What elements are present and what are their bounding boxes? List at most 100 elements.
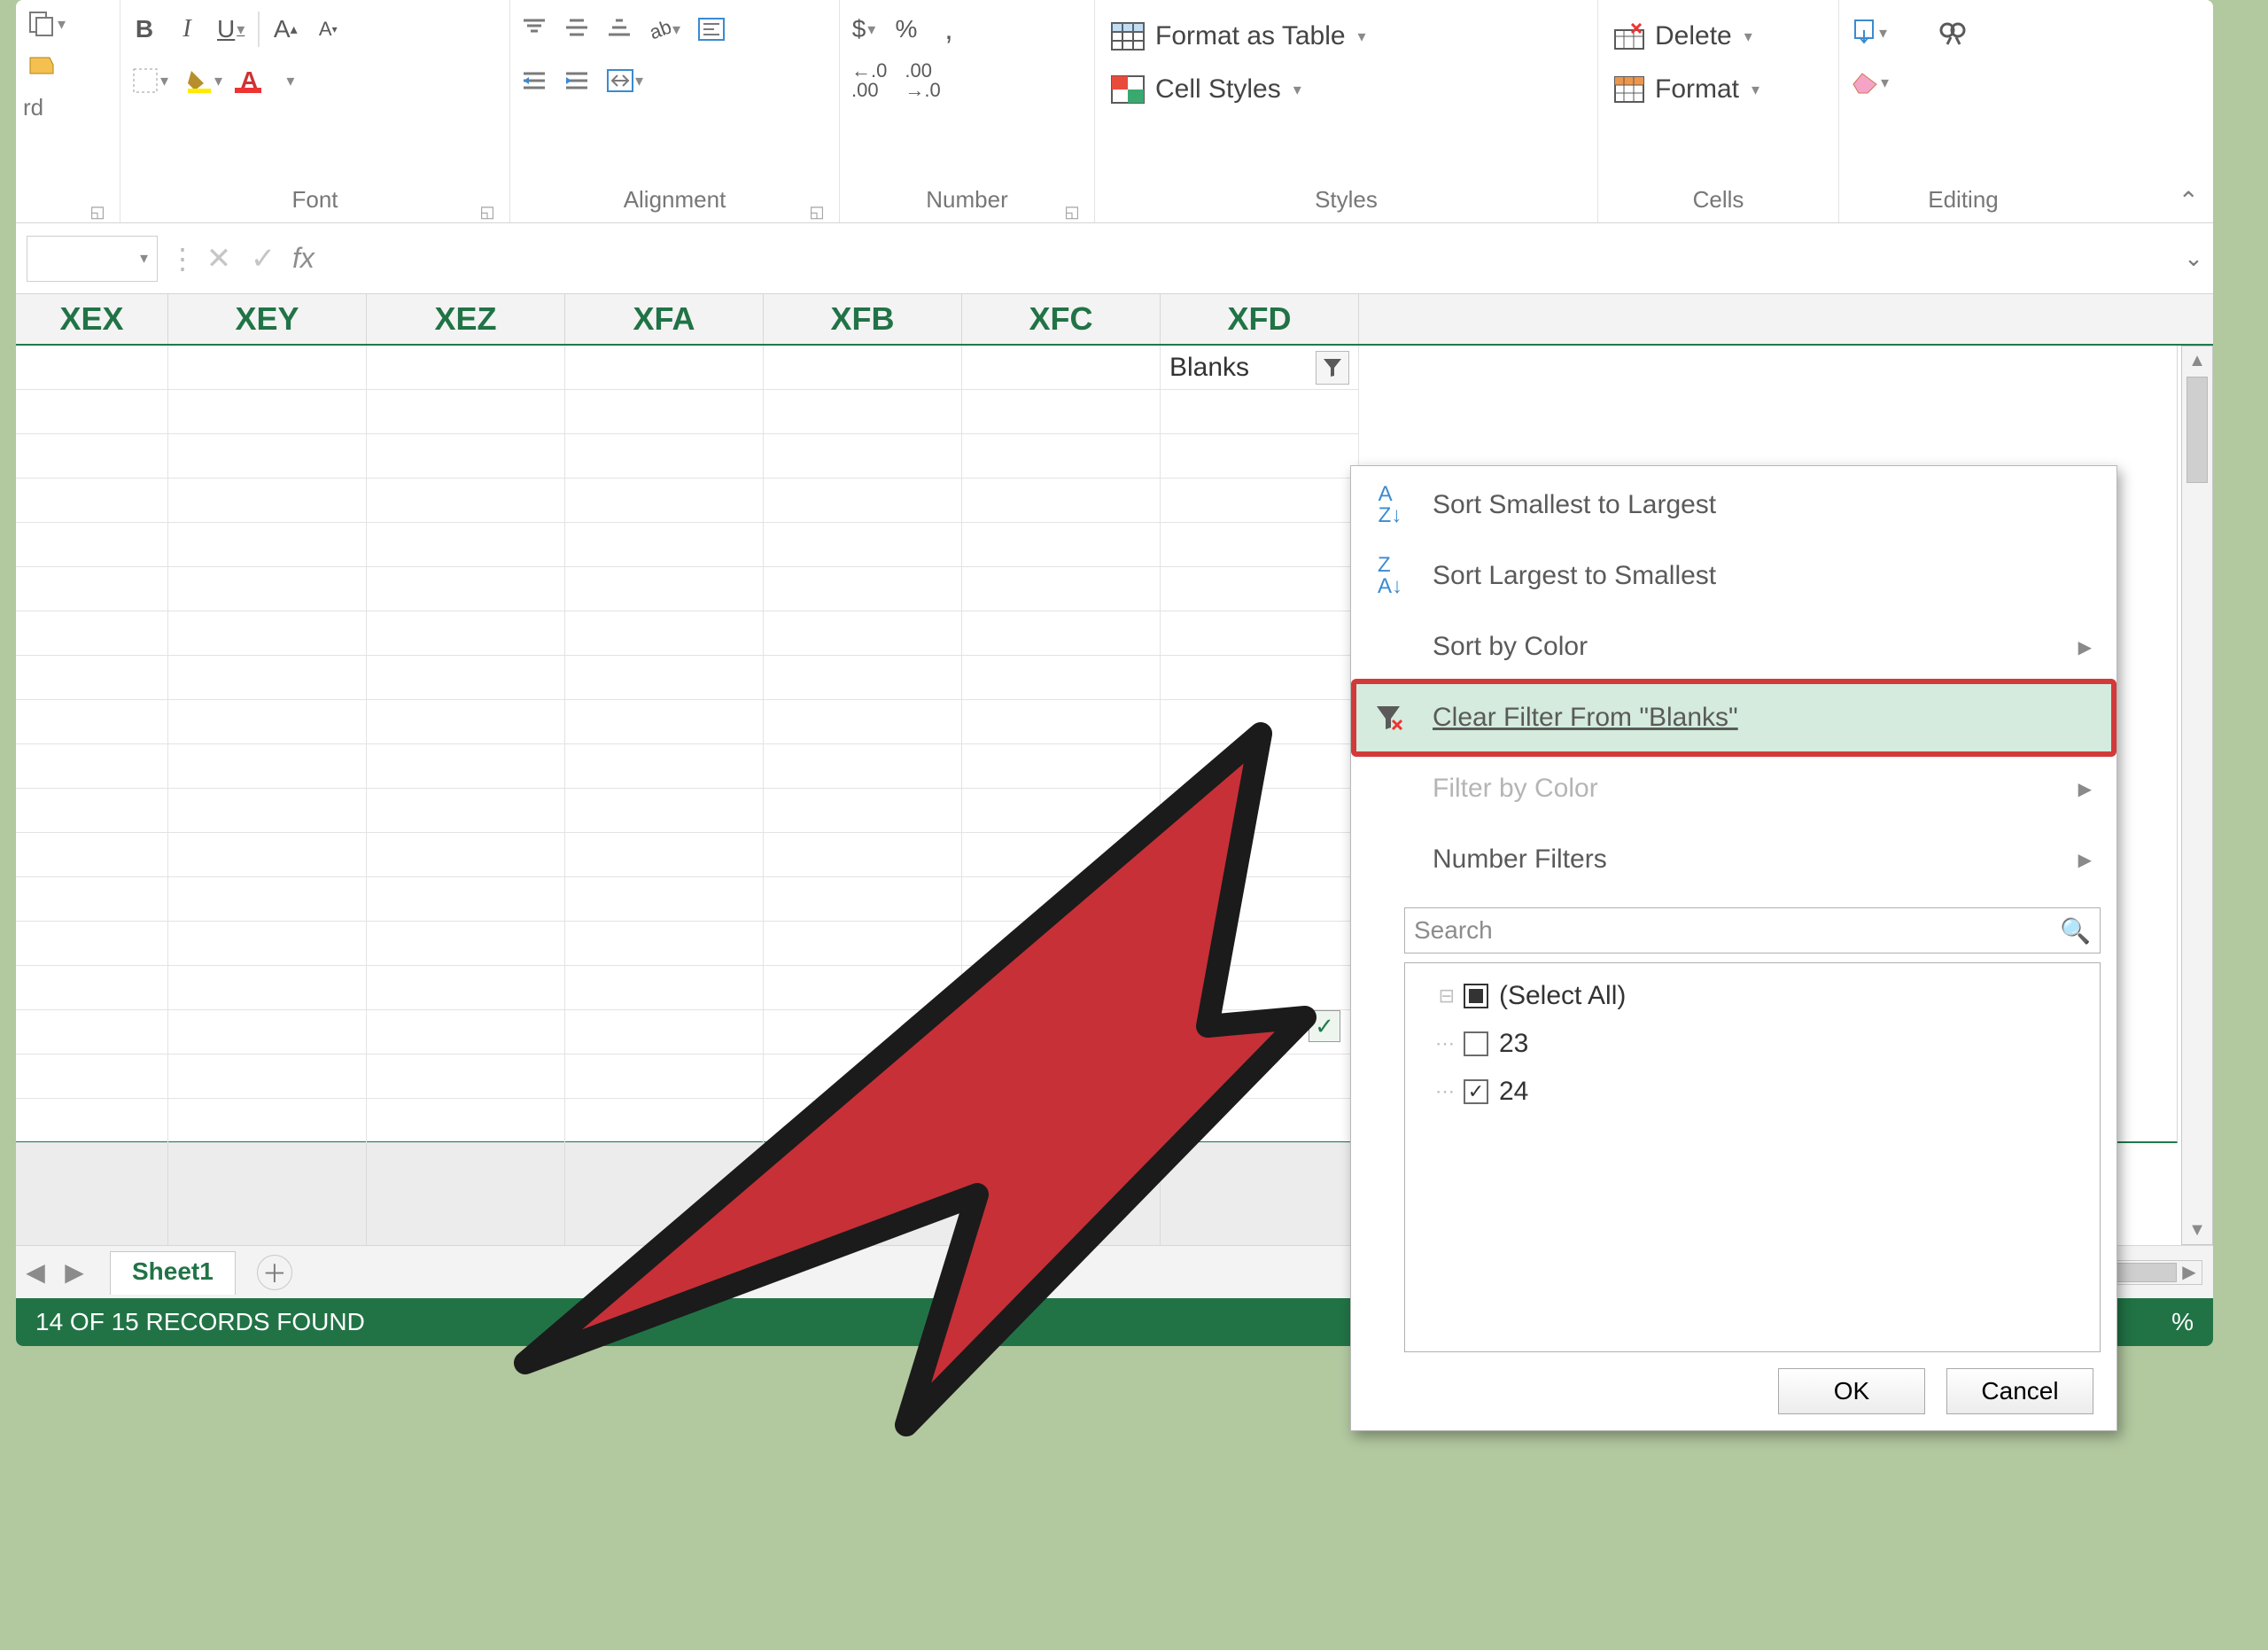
cell[interactable]: Blanks (1161, 346, 1359, 390)
cell[interactable] (764, 346, 962, 390)
cell[interactable] (16, 434, 168, 479)
cell[interactable] (764, 700, 962, 744)
filter-checklist[interactable]: ⊟ (Select All) ⋯23⋯✓24 (1404, 962, 2101, 1352)
sheet-nav-prev[interactable]: ◀ (16, 1257, 55, 1287)
alignment-launcher-icon[interactable]: ◱ (807, 196, 827, 215)
cell[interactable] (962, 1055, 1161, 1099)
cell[interactable] (16, 346, 168, 390)
cell[interactable] (168, 700, 367, 744)
find-select-button[interactable] (1934, 14, 1973, 51)
cell[interactable] (1161, 1099, 1359, 1143)
cell[interactable] (565, 833, 764, 877)
sheet-tab-active[interactable]: Sheet1 (110, 1251, 236, 1295)
font-color-button[interactable]: A ▾ (236, 62, 299, 99)
cell[interactable] (16, 700, 168, 744)
decrease-indent-button[interactable] (517, 62, 551, 99)
cell[interactable] (962, 390, 1161, 434)
cell[interactable] (962, 1010, 1161, 1055)
cell[interactable] (565, 1010, 764, 1055)
align-middle-button[interactable] (560, 11, 594, 48)
cell[interactable] (565, 479, 764, 523)
cell[interactable] (367, 833, 565, 877)
cell[interactable] (1161, 922, 1359, 966)
cell[interactable] (962, 1099, 1161, 1143)
cell[interactable] (367, 611, 565, 656)
cell[interactable] (1161, 390, 1359, 434)
cell[interactable] (764, 611, 962, 656)
apply-checklist-button[interactable]: ✓ (1309, 1010, 1340, 1042)
cell[interactable] (168, 789, 367, 833)
align-bottom-button[interactable] (602, 11, 636, 48)
bold-button[interactable]: B (128, 11, 161, 48)
cell[interactable] (16, 611, 168, 656)
enter-formula-button[interactable]: ✓ (241, 241, 285, 276)
cell[interactable] (367, 346, 565, 390)
cell[interactable] (565, 390, 764, 434)
cell[interactable] (367, 434, 565, 479)
select-all-row[interactable]: ⊟ (Select All) (1418, 972, 2087, 1020)
column-header[interactable]: XFB (764, 294, 962, 344)
column-header[interactable]: XFA (565, 294, 764, 344)
cell[interactable] (1161, 611, 1359, 656)
cell[interactable] (962, 789, 1161, 833)
cell[interactable] (16, 567, 168, 611)
cell[interactable] (16, 789, 168, 833)
cell[interactable] (764, 1010, 962, 1055)
cell[interactable] (1161, 656, 1359, 700)
cell[interactable] (16, 922, 168, 966)
cell[interactable] (565, 523, 764, 567)
sort-ascending-item[interactable]: AZ↓ Sort Smallest to Largest (1355, 470, 2113, 541)
cell[interactable] (168, 390, 367, 434)
percent-button[interactable]: % (889, 11, 923, 48)
cell[interactable] (168, 434, 367, 479)
cell[interactable] (565, 966, 764, 1010)
cell[interactable] (1161, 700, 1359, 744)
cell[interactable] (962, 479, 1161, 523)
filter-ok-button[interactable]: OK (1778, 1368, 1925, 1414)
sheet-nav-next[interactable]: ▶ (55, 1257, 94, 1287)
cell[interactable] (367, 567, 565, 611)
cell[interactable] (168, 833, 367, 877)
sort-by-color-item[interactable]: Sort by Color ▶ (1355, 611, 2113, 682)
cell[interactable] (168, 479, 367, 523)
column-header[interactable]: XFD (1161, 294, 1359, 344)
italic-button[interactable]: I (170, 11, 204, 48)
cell[interactable] (565, 567, 764, 611)
cell[interactable] (962, 523, 1161, 567)
cell[interactable] (962, 922, 1161, 966)
table-row[interactable] (16, 390, 2177, 434)
cell[interactable] (168, 656, 367, 700)
cell[interactable] (168, 611, 367, 656)
cell[interactable] (367, 877, 565, 922)
decrease-font-button[interactable]: A▾ (311, 11, 345, 48)
cell[interactable] (764, 1055, 962, 1099)
checkbox[interactable]: ✓ (1464, 1079, 1488, 1104)
cell[interactable] (16, 656, 168, 700)
cell[interactable] (367, 523, 565, 567)
cell[interactable] (16, 833, 168, 877)
cell[interactable] (962, 744, 1161, 789)
borders-button[interactable]: ▾ (128, 62, 173, 99)
cell[interactable] (16, 744, 168, 789)
cell-styles-button[interactable]: Cell Styles▾ (1102, 69, 1590, 110)
cell[interactable] (1161, 877, 1359, 922)
cell[interactable] (1161, 833, 1359, 877)
cell[interactable] (1161, 744, 1359, 789)
cell[interactable] (565, 1055, 764, 1099)
cell[interactable] (962, 700, 1161, 744)
cell[interactable] (565, 611, 764, 656)
collapse-ribbon-button[interactable]: ⌃ (2179, 186, 2199, 215)
cell[interactable] (168, 877, 367, 922)
cell[interactable] (565, 656, 764, 700)
cell[interactable] (565, 877, 764, 922)
cell[interactable] (1161, 479, 1359, 523)
cell[interactable] (16, 479, 168, 523)
format-cells-button[interactable]: Format▾ (1605, 69, 1831, 110)
cell[interactable] (16, 1010, 168, 1055)
number-launcher-icon[interactable]: ◱ (1062, 196, 1082, 215)
cell[interactable] (565, 346, 764, 390)
cell[interactable] (367, 922, 565, 966)
clear-filter-item[interactable]: Clear Filter From "Blanks" (1355, 682, 2113, 753)
merge-center-button[interactable]: ▾ (602, 62, 648, 99)
filter-cancel-button[interactable]: Cancel (1946, 1368, 2093, 1414)
